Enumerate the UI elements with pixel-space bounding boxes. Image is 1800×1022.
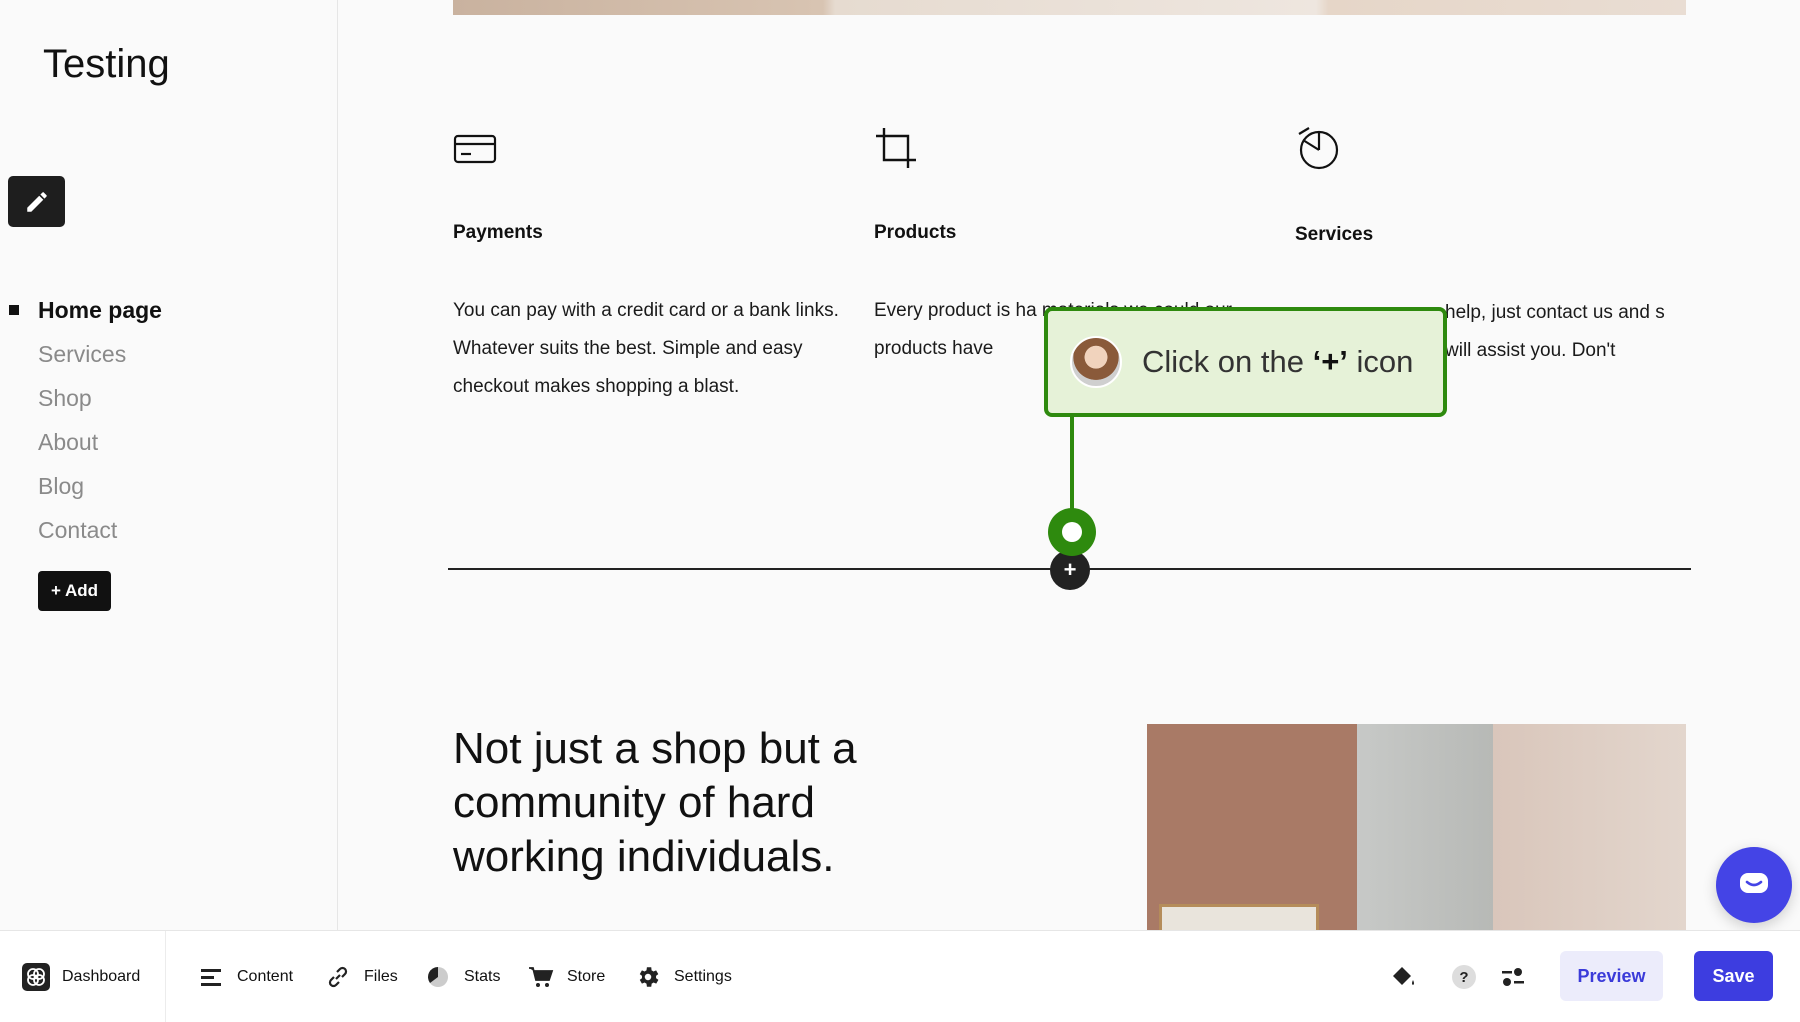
credit-card-icon — [453, 134, 497, 164]
feature-payments: Payments You can pay with a credit card … — [453, 126, 843, 397]
guide-tooltip: Click on the ‘+’ icon — [1044, 307, 1447, 417]
interior-image — [1147, 724, 1686, 930]
files-tab[interactable]: Files — [324, 931, 398, 1022]
files-label: Files — [364, 968, 398, 985]
nav-item-home[interactable]: Home page — [0, 288, 162, 332]
feature-text: You can pay with a credit card or a bank… — [453, 300, 839, 397]
nav-item-label: Home page — [38, 296, 162, 323]
section-headline: Not just a shop but a community of hard … — [453, 724, 857, 881]
pie-chart-icon — [424, 963, 452, 991]
chat-icon — [1740, 873, 1768, 893]
tooltip-target-marker — [1048, 508, 1096, 556]
site-title: Testing — [43, 42, 170, 86]
logo-icon — [22, 963, 50, 991]
help-icon: ? — [1452, 965, 1476, 989]
bottom-toolbar: Dashboard Content Files Stats Store Sett… — [0, 930, 1800, 1022]
crop-icon — [876, 128, 916, 168]
feature-title: Services — [1295, 224, 1374, 245]
store-label: Store — [567, 968, 606, 985]
link-icon — [324, 963, 352, 991]
pie-chart-icon — [1298, 127, 1339, 170]
edit-button[interactable] — [8, 176, 65, 227]
paint-bucket-icon[interactable] — [1388, 962, 1418, 992]
toggle-icon[interactable] — [1498, 962, 1528, 992]
feature-products: Products Every product is ha materials w… — [874, 126, 1264, 359]
nav-item-shop[interactable]: Shop — [0, 376, 162, 420]
preview-button[interactable]: Preview — [1560, 951, 1663, 1001]
sidebar: Testing Home page Services Shop About Bl… — [0, 0, 338, 930]
active-bullet — [9, 305, 19, 315]
stats-tab[interactable]: Stats — [424, 931, 500, 1022]
dashboard-label: Dashboard — [62, 968, 141, 985]
nav-item-services[interactable]: Services — [0, 332, 162, 376]
dashboard-link[interactable]: Dashboard — [22, 931, 140, 1022]
nav-item-label: Blog — [38, 472, 85, 499]
content-tab[interactable]: Content — [197, 931, 293, 1022]
feature-services: Services help, just contact us and s wil… — [1295, 126, 1685, 361]
dashboard-area: Dashboard — [0, 931, 166, 1022]
settings-label: Settings — [674, 968, 732, 985]
guide-avatar — [1070, 336, 1122, 388]
store-tab[interactable]: Store — [527, 931, 605, 1022]
add-section-button[interactable]: + — [1050, 550, 1090, 590]
site-nav: Home page Services Shop About Blog Conta… — [0, 288, 162, 552]
gear-icon — [634, 963, 662, 991]
nav-item-label: Contact — [38, 516, 118, 543]
nav-item-label: Shop — [38, 384, 92, 411]
cart-icon — [527, 963, 555, 991]
tooltip-text: Click on the ‘+’ icon — [1142, 344, 1414, 379]
stats-label: Stats — [464, 968, 501, 985]
add-page-button[interactable]: + Add — [38, 571, 111, 611]
content-label: Content — [237, 968, 294, 985]
settings-tab[interactable]: Settings — [634, 931, 732, 1022]
nav-item-label: Services — [38, 340, 127, 367]
nav-item-contact[interactable]: Contact — [0, 508, 162, 552]
help-button[interactable]: ? — [1449, 962, 1479, 992]
nav-item-about[interactable]: About — [0, 420, 162, 464]
save-button[interactable]: Save — [1694, 951, 1773, 1001]
chat-button[interactable] — [1716, 847, 1792, 923]
feature-title: Products — [874, 222, 957, 243]
top-image — [453, 0, 1686, 15]
feature-title: Payments — [453, 222, 543, 243]
content-icon — [197, 963, 225, 991]
nav-item-blog[interactable]: Blog — [0, 464, 162, 508]
pencil-icon — [26, 191, 47, 212]
nav-item-label: About — [38, 428, 99, 455]
